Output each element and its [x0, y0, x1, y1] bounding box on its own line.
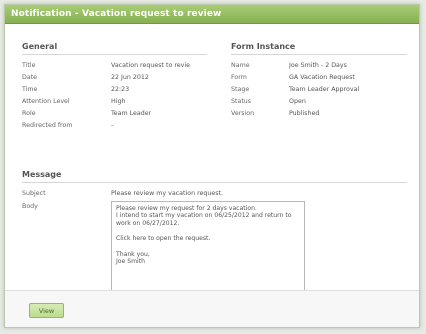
name-label: Name [231, 61, 250, 69]
title-value: Vacation request to revie [111, 61, 190, 69]
form-label: Form [231, 73, 247, 81]
subject-label: Subject [22, 189, 46, 197]
body-line: Please review my request for 2 days vaca… [116, 205, 257, 212]
status-value: Open [289, 97, 306, 105]
open-request-link-text[interactable]: Click here to open the request. [116, 235, 300, 242]
redirected-from-value: - [111, 121, 114, 129]
time-label: Time [22, 85, 38, 93]
instance-row-form: Form GA Vacation Request [231, 71, 407, 83]
general-row-title: Title Vacation request to revie [22, 59, 207, 71]
body-line: I intend to start my vacation on 06/25/2… [116, 212, 292, 227]
date-label: Date [22, 73, 38, 81]
general-row-date: Date 22 Jun 2012 [22, 71, 207, 83]
stage-value: Team Leader Approval [289, 85, 360, 93]
role-value: Team Leader [111, 109, 152, 117]
general-heading: General [22, 42, 207, 55]
notification-window: Notification - Vacation request to revie… [4, 4, 420, 328]
time-value: 22:23 [111, 85, 130, 93]
form-instance-section: Form Instance Name Joe Smith - 2 Days Fo… [231, 42, 407, 119]
footer-bar: View [5, 290, 419, 327]
status-label: Status [231, 97, 252, 105]
view-button[interactable]: View [29, 303, 64, 318]
stage-label: Stage [231, 85, 250, 93]
body-blank-line [116, 227, 300, 235]
body-line: Joe Smith [116, 258, 145, 266]
version-label: Version [231, 109, 255, 117]
message-heading: Message [22, 170, 407, 183]
redirected-from-label: Redirected from [22, 121, 73, 129]
date-value: 22 Jun 2012 [111, 73, 149, 81]
form-value: GA Vacation Request [289, 73, 355, 81]
general-row-role: Role Team Leader [22, 107, 207, 119]
instance-row-name: Name Joe Smith - 2 Days [231, 59, 407, 71]
general-row-attention: Attention Level High [22, 95, 207, 107]
attention-level-label: Attention Level [22, 97, 70, 105]
subject-row: Subject Please review my vacation reques… [22, 187, 407, 199]
instance-row-version: Version Published [231, 107, 407, 119]
attention-level-value: High [111, 97, 126, 105]
version-value: Published [289, 109, 320, 117]
subject-value: Please review my vacation request. [111, 189, 224, 197]
form-instance-heading: Form Instance [231, 42, 407, 55]
general-row-redirected: Redirected from - [22, 119, 207, 131]
body-blank-line [116, 243, 300, 251]
general-row-time: Time 22:23 [22, 83, 207, 95]
general-section: General Title Vacation request to revie … [22, 42, 207, 131]
body-line: Thank you, [116, 250, 150, 258]
instance-row-status: Status Open [231, 95, 407, 107]
name-value: Joe Smith - 2 Days [289, 61, 347, 69]
role-label: Role [22, 109, 36, 117]
window-title: Notification - Vacation request to revie… [5, 5, 419, 24]
instance-row-stage: Stage Team Leader Approval [231, 83, 407, 95]
title-label: Title [22, 61, 36, 69]
